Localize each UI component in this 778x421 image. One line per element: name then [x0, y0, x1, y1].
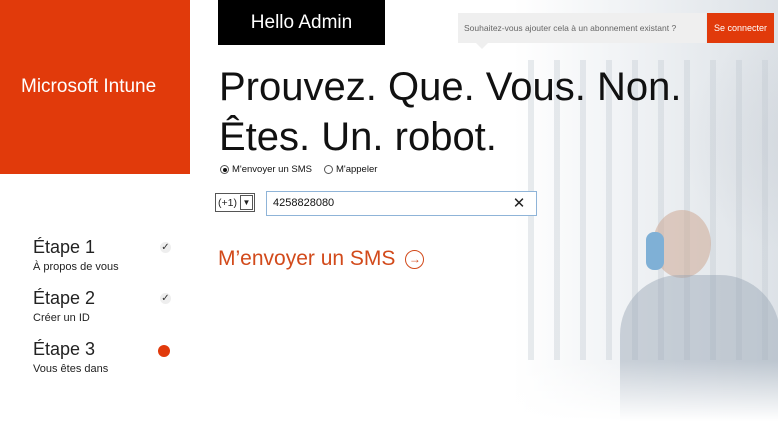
page-title: Prouvez. Que. Vous. Non. Êtes. Un. robot… [219, 62, 739, 162]
step-2-subtitle: Créer un ID [33, 312, 90, 324]
signin-prompt: Souhaitez-vous ajouter cela à un abonnem… [458, 13, 706, 49]
brand-panel: Microsoft Intune [0, 0, 190, 174]
radio-call-label: M'appeler [335, 164, 378, 175]
radio-sms-circle[interactable] [220, 165, 229, 174]
check-icon: ✓ [160, 242, 171, 253]
person-body-image [620, 275, 778, 421]
step-3-subtitle: Vous êtes dans [33, 363, 109, 375]
chevron-down-icon[interactable]: ▼ [240, 195, 253, 210]
radio-call-circle[interactable] [323, 165, 333, 174]
step-3: Étape 3 Vous êtes dans [33, 338, 178, 389]
step-2: Étape 2 Créer un ID ✓ [33, 287, 178, 338]
radio-call[interactable]: M'appeler [323, 164, 378, 175]
brand-name: Microsoft Intune [21, 76, 157, 97]
country-code-select[interactable]: (+1) ▼ [215, 193, 255, 212]
signin-button[interactable]: Se connecter [707, 13, 774, 43]
radio-sms-label: M'envoyer un SMS [232, 164, 312, 175]
send-sms-button[interactable]: M’envoyer un SMS → [218, 247, 425, 271]
progress-steps: Étape 1 À propos de vous ✓ Étape 2 Créer… [33, 236, 178, 389]
current-dot-icon [158, 345, 170, 357]
step-1-subtitle: À propos de vous [33, 261, 119, 273]
close-icon[interactable]: ✕ [510, 194, 528, 213]
send-sms-label: M’envoyer un SMS [218, 247, 396, 270]
page-title-line-2: Êtes. Un. robot. [219, 115, 497, 159]
step-3-title: Étape 3 [33, 339, 96, 359]
page-title-line-1: Prouvez. Que. Vous. Non. [219, 65, 682, 109]
country-code-value: (+1) [218, 196, 237, 209]
radio-sms[interactable]: M'envoyer un SMS [220, 164, 312, 175]
phone-number-value: 4258828080 [273, 197, 335, 209]
phone-number-input[interactable]: 4258828080 [266, 191, 537, 216]
verification-method-group: M'envoyer un SMS M'appeler [220, 164, 377, 175]
headphone-image [646, 232, 664, 270]
check-icon: ✓ [160, 293, 171, 304]
greeting-banner: Hello Admin [218, 0, 385, 45]
step-2-title: Étape 2 [33, 288, 96, 308]
step-1-title: Étape 1 [33, 237, 96, 257]
step-1: Étape 1 À propos de vous ✓ [33, 236, 178, 287]
arrow-right-circle-icon: → [405, 249, 425, 269]
